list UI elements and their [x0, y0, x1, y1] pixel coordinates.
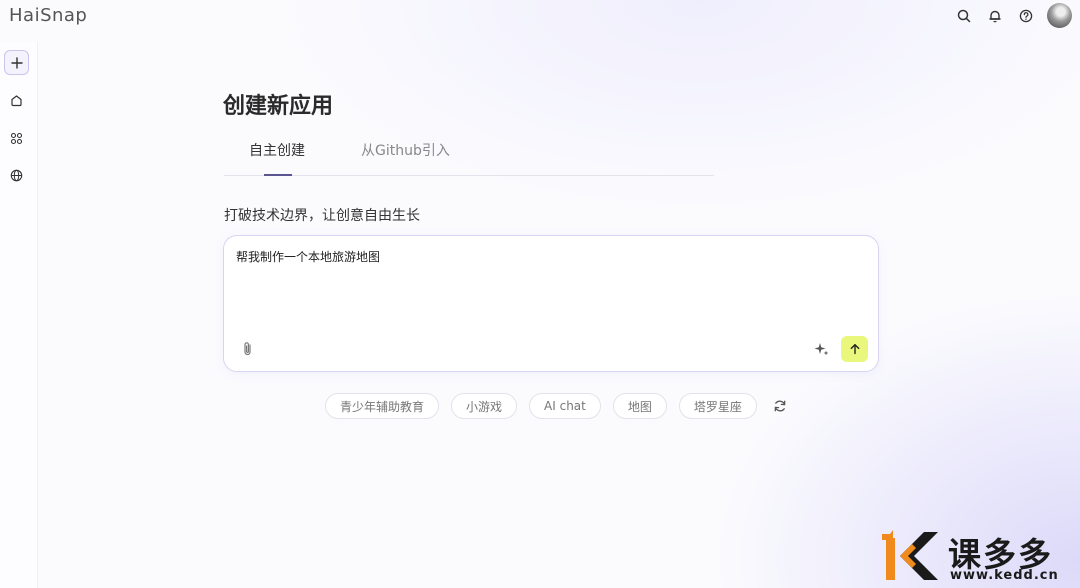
prompt-input[interactable]: 帮我制作一个本地旅游地图: [236, 248, 380, 265]
suggestion-chip[interactable]: AI chat: [529, 393, 601, 419]
search-icon[interactable]: [948, 4, 979, 28]
help-icon[interactable]: [1010, 4, 1041, 28]
sidebar-item-apps[interactable]: [4, 126, 29, 151]
refresh-icon[interactable]: [771, 397, 789, 415]
sidebar: [0, 42, 38, 588]
apps-icon: [10, 132, 23, 145]
paperclip-icon[interactable]: [240, 340, 256, 358]
sparkle-icon[interactable]: [813, 340, 831, 358]
active-tab-indicator: [264, 174, 292, 176]
send-button[interactable]: [841, 336, 868, 362]
header-actions: [948, 3, 1072, 28]
arrow-up-icon: [850, 344, 859, 355]
page-title: 创建新应用: [223, 94, 334, 119]
new-app-button[interactable]: [4, 50, 29, 75]
section-subtitle: 打破技术边界，让创意自由生长: [224, 208, 420, 224]
watermark-url: www.kedd.cn: [950, 568, 1059, 583]
top-bar: HaiSnap: [0, 0, 1080, 34]
sidebar-item-explore[interactable]: [4, 163, 29, 188]
bell-icon[interactable]: [979, 4, 1010, 28]
app-logo[interactable]: HaiSnap: [9, 5, 87, 26]
tab-self-create[interactable]: 自主创建: [249, 140, 305, 160]
globe-icon: [10, 169, 23, 182]
tab-import-github[interactable]: 从Github引入: [361, 140, 450, 160]
watermark: 课多多 www.kedd.cn: [880, 528, 1080, 584]
kedd-logo-icon: [882, 530, 938, 580]
home-icon: [11, 95, 22, 107]
suggestion-chip[interactable]: 青少年辅助教育: [325, 393, 440, 419]
sidebar-item-home[interactable]: [4, 88, 29, 113]
suggestion-chip[interactable]: 地图: [612, 393, 667, 419]
plus-icon: [10, 56, 23, 69]
avatar[interactable]: [1047, 3, 1072, 28]
suggestion-chips: 青少年辅助教育 小游戏 AI chat 地图 塔罗星座: [325, 393, 789, 419]
prompt-input-box[interactable]: 帮我制作一个本地旅游地图: [223, 235, 879, 372]
tab-bar: 自主创建 从Github引入: [224, 130, 714, 176]
suggestion-chip[interactable]: 塔罗星座: [678, 393, 757, 419]
suggestion-chip[interactable]: 小游戏: [451, 393, 518, 419]
